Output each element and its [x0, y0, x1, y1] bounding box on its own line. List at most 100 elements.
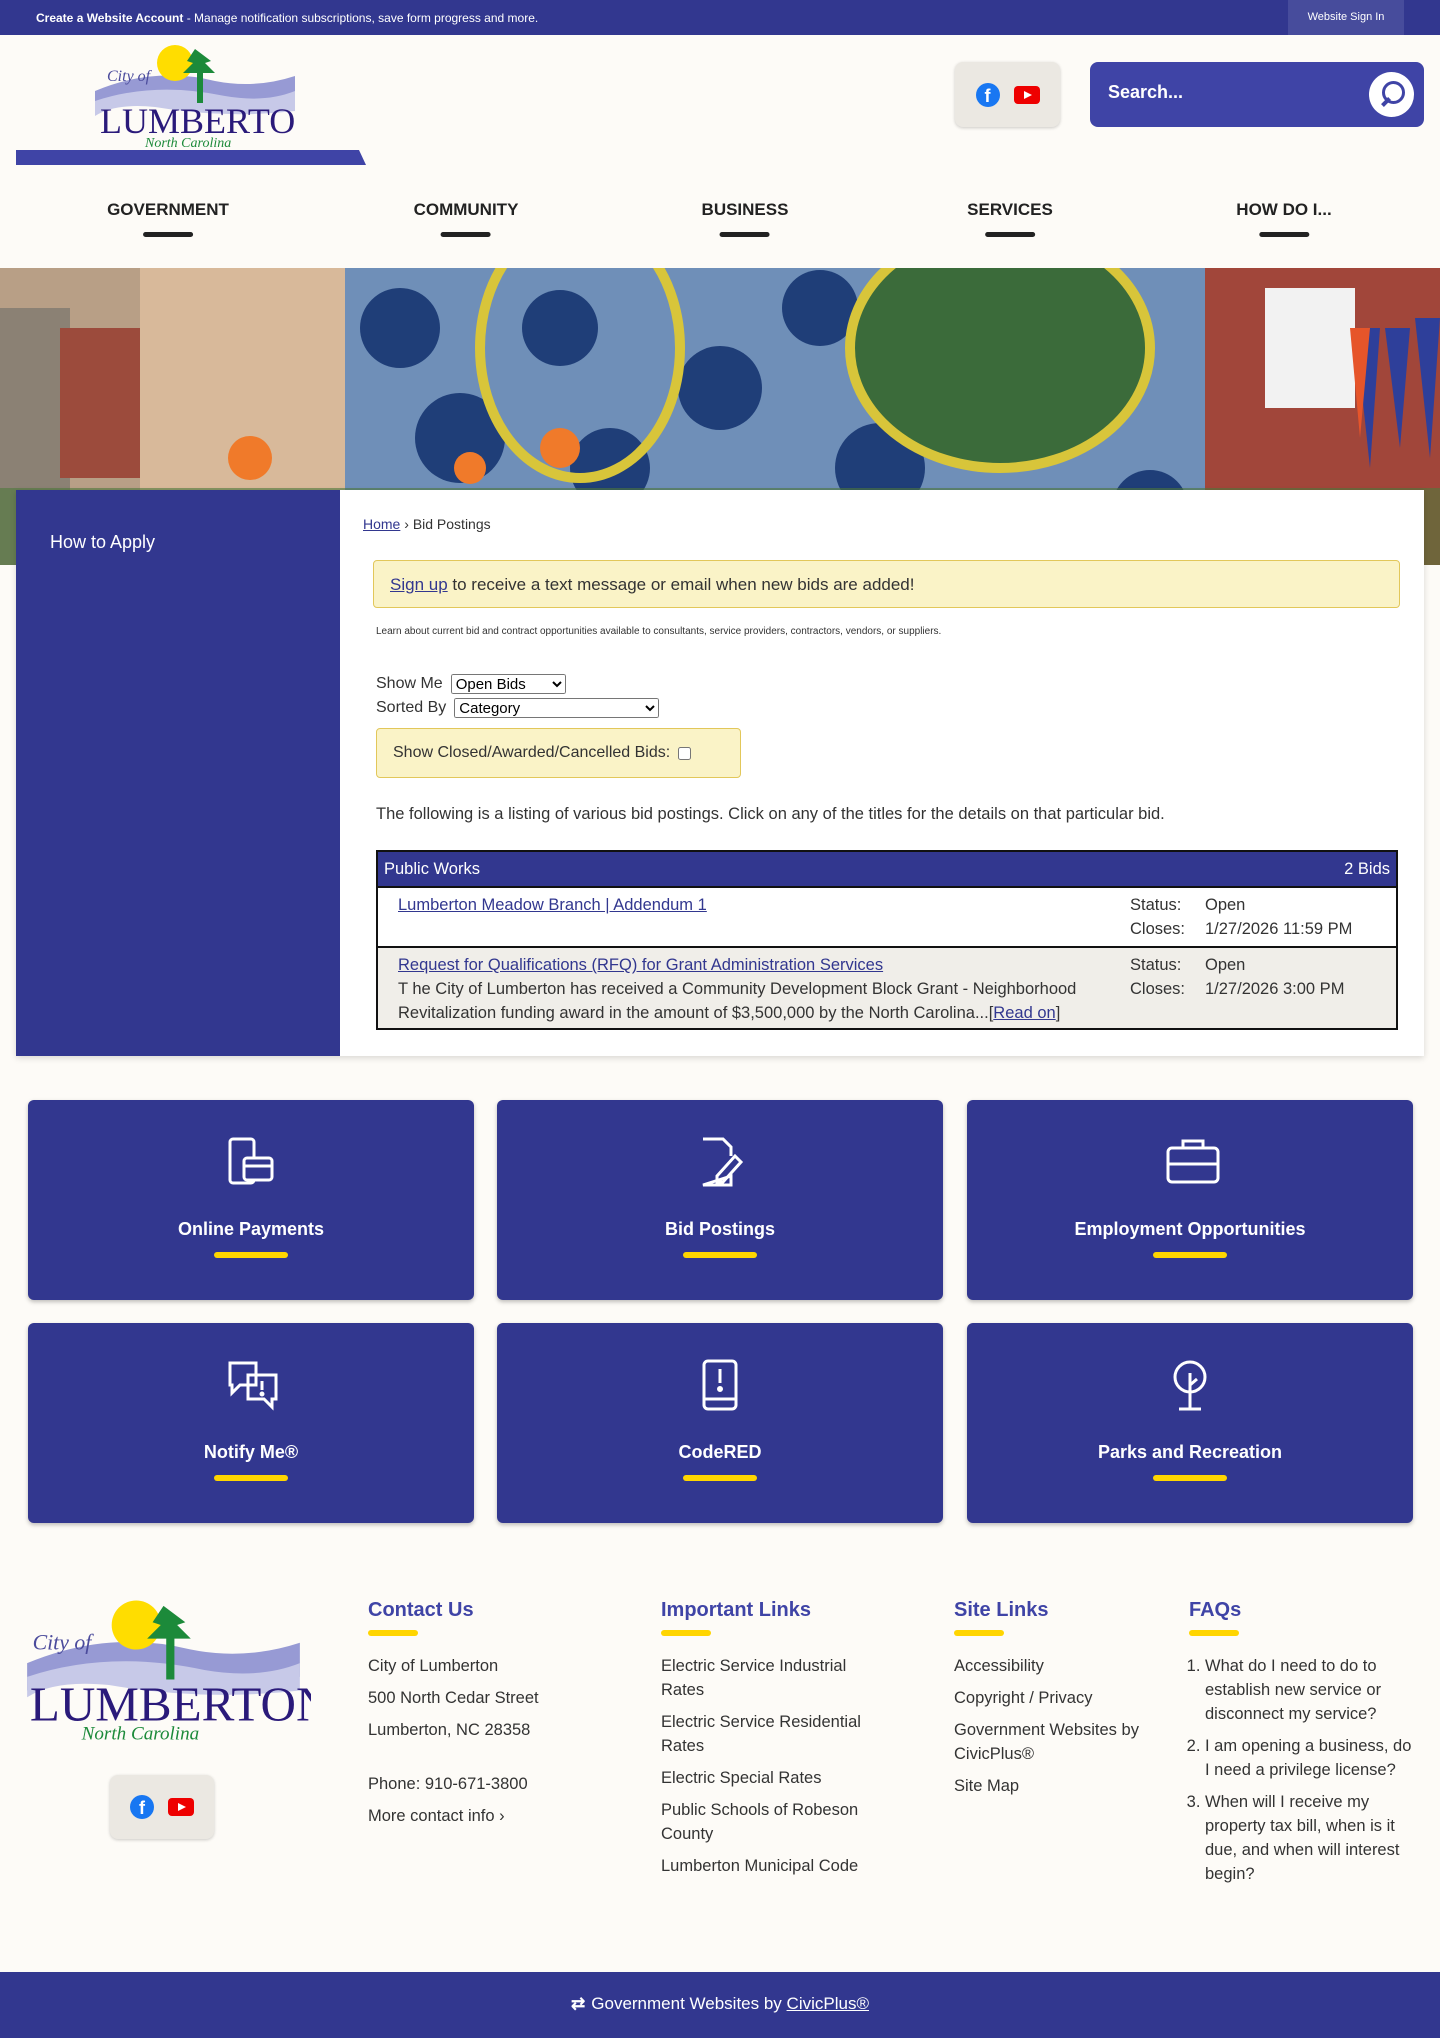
content-panel: How to Apply Home › Bid Postings Sign up… [16, 490, 1424, 1056]
search-icon[interactable] [1369, 72, 1414, 117]
footer-site-links: Site Links Accessibility Copyright / Pri… [954, 1598, 1144, 1806]
sidebar-item-how-to-apply[interactable]: How to Apply [50, 532, 155, 553]
sign-up-link[interactable]: Sign up [390, 575, 448, 594]
faq-link[interactable]: What do I need to do to establish new se… [1205, 1654, 1419, 1726]
tile-bid-postings[interactable]: Bid Postings [497, 1100, 943, 1300]
tile-label: Bid Postings [664, 1219, 775, 1239]
tile-underline [683, 1475, 757, 1481]
more-contact-info-link[interactable]: More contact info › [368, 1804, 539, 1828]
footer-link[interactable]: Government Websites by CivicPlus® [954, 1718, 1144, 1766]
footer-social-links: f [110, 1775, 214, 1839]
search-input[interactable] [1108, 82, 1358, 103]
footer-logo[interactable]: City of LUMBERTON North Carolina [16, 1595, 311, 1745]
svg-text:North Carolina: North Carolina [81, 1724, 200, 1745]
youtube-icon[interactable] [1013, 85, 1040, 104]
nav-services[interactable]: SERVICES [967, 200, 1053, 237]
create-account-label[interactable]: Create a Website Account [36, 11, 183, 25]
contact-heading: Contact Us [368, 1599, 474, 1621]
account-description: - Manage notification subscriptions, sav… [183, 11, 539, 25]
footer-link[interactable]: Accessibility [954, 1654, 1144, 1678]
nav-community[interactable]: COMMUNITY [414, 200, 519, 237]
important-links-heading: Important Links [661, 1599, 812, 1621]
closes-value: 1/27/2026 3:00 PM [1205, 980, 1345, 998]
header: City of LUMBERTON North Carolina f GOVER… [0, 35, 1440, 268]
sorted-by-label: Sorted By [376, 699, 447, 716]
facebook-icon[interactable]: f [975, 82, 1000, 107]
tile-label: Employment Opportunities [1074, 1219, 1306, 1239]
sorted-by-select[interactable]: Category [454, 698, 660, 718]
closes-label: Closes: [1130, 920, 1186, 938]
bid-title-link[interactable]: Lumberton Meadow Branch | Addendum 1 [398, 896, 707, 914]
main-content: Home › Bid Postings Sign up to receive a… [340, 490, 1424, 1056]
footer-important-links: Important Links Electric Service Industr… [661, 1598, 881, 1886]
briefcase-icon [1166, 1139, 1220, 1184]
chat-alert-icon [228, 1361, 278, 1411]
tree-icon [1173, 1360, 1207, 1411]
faqs-heading: FAQs [1189, 1599, 1242, 1621]
svg-text:City of: City of [33, 1631, 95, 1655]
footer-link[interactable]: Lumberton Municipal Code [661, 1854, 881, 1878]
footer-link[interactable]: Copyright / Privacy [954, 1686, 1144, 1710]
tile-employment-opportunities[interactable]: Employment Opportunities [967, 1100, 1413, 1300]
sidebar: How to Apply [16, 490, 340, 1056]
contact-city: Lumberton, NC 28358 [368, 1721, 531, 1739]
status-label: Status: [1130, 896, 1182, 914]
civicplus-icon: ⇄ [571, 1994, 586, 2013]
tile-label: CodeRED [678, 1442, 762, 1462]
faq-link[interactable]: When will I receive my property tax bill… [1205, 1790, 1419, 1886]
phone-alert-icon [702, 1359, 738, 1411]
show-me-select[interactable]: Open Bids [450, 674, 566, 694]
tile-underline [1153, 1252, 1227, 1258]
footer-faqs: FAQs What do I need to do to establish n… [1189, 1598, 1419, 1894]
civicplus-link[interactable]: CivicPlus® [787, 1994, 869, 2013]
table-row: Request for Qualifications (RFQ) for Gra… [378, 946, 1396, 1028]
tile-online-payments[interactable]: Online Payments [28, 1100, 474, 1300]
tile-codered[interactable]: CodeRED [497, 1323, 943, 1523]
read-on-link[interactable]: Read on [993, 1004, 1055, 1022]
tile-label: Online Payments [177, 1219, 325, 1239]
status-label: Status: [1130, 956, 1182, 974]
contact-name: City of Lumberton [368, 1657, 499, 1675]
listing-intro: The following is a listing of various bi… [376, 805, 1165, 823]
footer-link[interactable]: Site Map [954, 1774, 1144, 1798]
footer: City of LUMBERTON North Carolina f Conta… [0, 1570, 1440, 1970]
tile-underline [683, 1252, 757, 1258]
show-closed-checkbox[interactable] [678, 746, 692, 760]
city-logo[interactable]: City of LUMBERTON North Carolina [95, 41, 295, 151]
payment-device-icon [228, 1137, 274, 1185]
bid-count: 2 Bids [1344, 859, 1390, 878]
website-sign-in-button[interactable]: Website Sign In [1288, 0, 1404, 35]
show-closed-box: Show Closed/Awarded/Cancelled Bids: [376, 728, 741, 778]
nav-how-do-i[interactable]: HOW DO I... [1236, 200, 1331, 237]
signup-alert: Sign up to receive a text message or ema… [373, 560, 1400, 608]
closes-label: Closes: [1130, 980, 1186, 998]
filter-form: Show Me Open Bids Sorted By Category [376, 672, 660, 720]
tile-notify-me[interactable]: Notify Me® [28, 1323, 474, 1523]
footer-link[interactable]: Electric Service Industrial Rates [661, 1654, 881, 1702]
breadcrumb-separator: › [400, 516, 413, 532]
youtube-icon[interactable] [168, 1798, 194, 1816]
contact-street: 500 North Cedar Street [368, 1689, 539, 1707]
footer-contact: Contact Us City of Lumberton 500 North C… [368, 1598, 539, 1836]
footer-link[interactable]: Electric Service Residential Rates [661, 1710, 881, 1758]
facebook-icon[interactable]: f [130, 1795, 154, 1819]
breadcrumb-home[interactable]: Home [363, 516, 400, 532]
tile-underline [214, 1475, 288, 1481]
tile-parks-and-recreation[interactable]: Parks and Recreation [967, 1323, 1413, 1523]
bid-description: T he City of Lumberton has received a Co… [398, 980, 1077, 1022]
footer-link[interactable]: Electric Special Rates [661, 1766, 881, 1790]
search-box [1090, 62, 1424, 127]
document-edit-icon [702, 1137, 744, 1187]
bottom-bar: ⇄ Government Websites by CivicPlus® [0, 1972, 1440, 2038]
tile-label: Parks and Recreation [1097, 1442, 1283, 1462]
closes-value: 1/27/2026 11:59 PM [1205, 920, 1353, 938]
faq-link[interactable]: I am opening a business, do I need a pri… [1205, 1734, 1419, 1782]
tile-underline [214, 1252, 288, 1258]
show-me-label: Show Me [376, 675, 443, 692]
create-account-link[interactable]: Create a Website Account - Manage notifi… [36, 11, 538, 25]
footer-link[interactable]: Public Schools of Robeson County [661, 1798, 881, 1846]
alert-text: to receive a text message or email when … [447, 575, 915, 594]
nav-government[interactable]: GOVERNMENT [107, 200, 229, 237]
nav-business[interactable]: BUSINESS [702, 200, 789, 237]
bid-title-link[interactable]: Request for Qualifications (RFQ) for Gra… [398, 956, 883, 974]
